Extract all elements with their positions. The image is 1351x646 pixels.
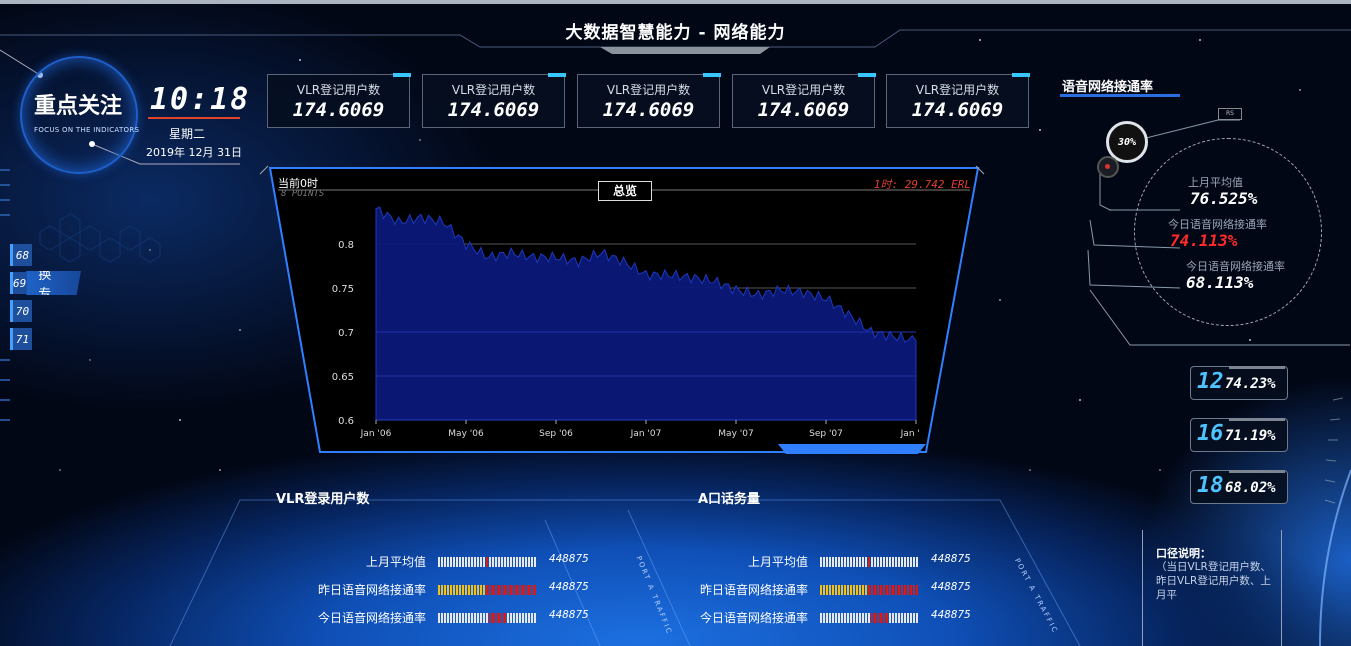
chart-tab-overview[interactable]: 总览	[598, 181, 652, 201]
chart-points-label: 8 POINTS	[281, 189, 325, 199]
rate-box-number: 16	[1197, 421, 1224, 446]
rate-box-percent: 71.19%	[1225, 428, 1276, 444]
vlr-progress-bar	[438, 585, 536, 595]
vlr-row-value: 448875	[549, 580, 589, 593]
a-port-row-value: 448875	[931, 580, 971, 593]
stat-label: 今日语音网络接通率	[1168, 218, 1267, 231]
a-port-row-value: 448875	[931, 608, 971, 621]
side-nav-number: 68	[10, 244, 32, 266]
chart-readout: 1时: 29.742 ERL	[873, 178, 971, 191]
rate-box[interactable]: 18 68.02%	[1190, 470, 1288, 504]
kpi-card[interactable]: VLR登记用户数 174.6069	[732, 73, 876, 128]
vlr-progress-bar	[438, 613, 536, 623]
kpi-value: 174.6069	[757, 99, 850, 121]
y-tick-label: 0.65	[332, 372, 354, 383]
gauge-value: 30%	[1117, 136, 1137, 148]
stat-value: 68.113%	[1186, 273, 1254, 292]
x-tick-label: Sep '06	[539, 429, 573, 439]
x-tick-label: Jan '06	[360, 429, 392, 439]
clock-underline	[148, 117, 240, 119]
date-label: 2019年 12月 31日	[146, 146, 242, 159]
vlr-section-title: VLR登录用户数	[276, 492, 370, 507]
kpi-value: 174.6069	[602, 99, 695, 121]
note-title: 口径说明：	[1156, 547, 1211, 560]
status-dot	[1097, 156, 1119, 178]
a-port-section-title: A口话务量	[698, 492, 761, 507]
stat-label: 上月平均值	[1188, 176, 1243, 189]
side-nav-number: 71	[10, 328, 32, 350]
area-series	[375, 206, 917, 421]
area-chart: 0.8 0.75 0.7 0.65 0.6 Jan '06 May '06 Sep '06 Ja…	[332, 206, 920, 439]
focus-title: 重点关注	[34, 94, 123, 119]
side-nav-number: 69	[10, 272, 27, 294]
kpi-value: 174.6069	[447, 99, 540, 121]
rate-box-number: 18	[1197, 473, 1224, 498]
x-tick-label: May '06	[448, 429, 484, 439]
rate-box-bar	[1229, 366, 1285, 369]
vlr-row-label: 上月平均值	[365, 555, 426, 569]
kpi-value: 174.6069	[911, 99, 1004, 121]
kpi-card[interactable]: VLR登记用户数 174.6069	[267, 73, 411, 128]
vlr-row-value: 448875	[549, 608, 589, 621]
side-nav-label: 交换专业	[26, 271, 82, 295]
kpi-card[interactable]: VLR登记用户数 174.6069	[886, 73, 1030, 128]
kpi-label: VLR登记用户数	[451, 83, 536, 97]
rate-box-percent: 74.23%	[1225, 376, 1276, 392]
port-a-traffic-label: PORT A TRAFFIC	[1012, 557, 1060, 636]
side-nav-item-71[interactable]: 71	[10, 328, 32, 350]
x-tick-label: Jan '08	[900, 429, 920, 439]
a-port-progress-bar	[820, 613, 918, 623]
weekday-label: 星期二	[169, 127, 206, 141]
a-port-row-label: 上月平均值	[747, 555, 808, 569]
rate-box-bar	[1229, 418, 1285, 421]
rate-box-percent: 68.02%	[1225, 480, 1276, 496]
y-tick-label: 0.6	[338, 416, 354, 427]
kpi-label: VLR登记用户数	[606, 83, 691, 97]
x-tick-label: May '07	[718, 429, 753, 439]
vlr-row-value: 448875	[549, 552, 589, 565]
stat-label: 今日语音网络接通率	[1186, 260, 1285, 273]
rate-box[interactable]: 16 71.19%	[1190, 418, 1288, 452]
x-tick-label: Sep '07	[809, 429, 843, 439]
y-tick-label: 0.7	[338, 328, 354, 339]
a-port-row-value: 448875	[931, 552, 971, 565]
stat-value: 76.525%	[1190, 189, 1258, 208]
kpi-card[interactable]: VLR登记用户数 174.6069	[422, 73, 566, 128]
a-port-row-label: 昨日语音网络接通率	[699, 583, 808, 597]
focus-subtitle: FOCUS ON THE INDICATORS	[34, 126, 140, 134]
y-tick-label: 0.8	[338, 240, 354, 251]
right-title-underline	[1060, 94, 1180, 97]
a-port-progress-bar	[820, 557, 918, 567]
a-port-row-label: 今日语音网络接通率	[699, 611, 808, 625]
note-body: （当日VLR登记用户数、昨日VLR登记用户数、上月平	[1156, 561, 1271, 601]
kpi-label: VLR登记用户数	[296, 83, 381, 97]
y-tick-label: 0.75	[332, 284, 354, 295]
side-nav-item-69[interactable]: 69 交换专业	[10, 271, 82, 295]
side-nav-item-68[interactable]: 68	[10, 244, 32, 266]
rate-box[interactable]: 12 74.23%	[1190, 366, 1288, 400]
rate-box-bar	[1229, 470, 1285, 473]
vlr-row-label: 昨日语音网络接通率	[317, 583, 426, 597]
kpi-label: VLR登记用户数	[761, 83, 846, 97]
kpi-value: 174.6069	[292, 99, 385, 121]
side-nav-item-70[interactable]: 70	[10, 300, 32, 322]
kpi-card[interactable]: VLR登记用户数 174.6069	[577, 73, 721, 128]
rate-box-number: 12	[1197, 369, 1224, 394]
vlr-row-label: 今日语音网络接通率	[317, 611, 426, 625]
a-port-progress-bar	[820, 585, 918, 595]
side-nav-number: 70	[10, 300, 32, 322]
right-panel-title: 语音网络接通率	[1062, 80, 1154, 95]
clock-time: 10:18	[150, 82, 251, 117]
vlr-progress-bar	[438, 557, 536, 567]
kpi-label: VLR登记用户数	[915, 83, 1000, 97]
stat-value: 74.113%	[1170, 231, 1238, 250]
x-tick-label: Jan '07	[630, 429, 662, 439]
